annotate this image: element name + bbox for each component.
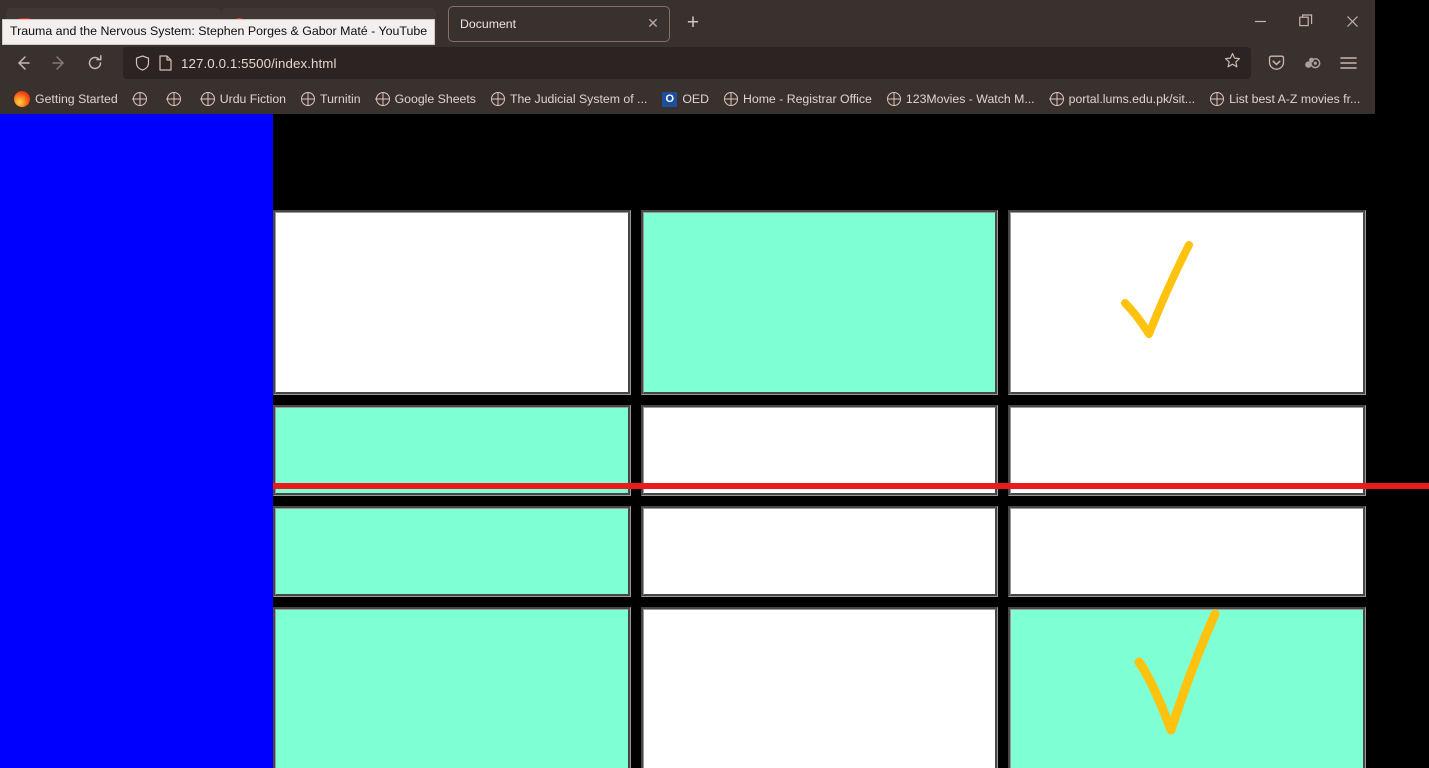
account-icon[interactable] <box>1295 47 1329 79</box>
bookmark-label: Turnitin <box>320 92 361 106</box>
globe-icon <box>1049 92 1064 106</box>
reload-button[interactable] <box>78 47 112 79</box>
globe-icon <box>490 92 505 106</box>
grid-cell[interactable] <box>640 210 999 395</box>
red-horizontal-line <box>273 483 1429 489</box>
window-controls <box>1237 0 1375 42</box>
bookmark-item-2[interactable] <box>127 89 158 109</box>
bookmark-getting-started[interactable]: Getting Started <box>8 88 124 110</box>
bookmark-oed[interactable]: O OED <box>656 89 715 110</box>
bookmark-urdu-fiction[interactable]: Urdu Fiction <box>195 89 292 109</box>
tab-strip: Trauma and the Nervous System: Stephen P… <box>0 0 1375 45</box>
bookmark-az-movies[interactable]: List best A-Z movies fr... <box>1204 89 1366 109</box>
oed-icon: O <box>662 91 678 107</box>
back-button[interactable] <box>6 47 40 79</box>
minimize-button[interactable] <box>1237 0 1283 42</box>
bookmarks-overflow-button[interactable]: » <box>1369 90 1375 108</box>
bookmark-label: The Judicial System of ... <box>509 92 648 106</box>
page-icon[interactable] <box>159 55 172 71</box>
bookmark-label: Home - Registrar Office <box>742 92 872 106</box>
blue-sidebar-panel <box>0 114 273 768</box>
bookmark-registrar-office[interactable]: Home - Registrar Office <box>718 89 878 109</box>
grid-cell[interactable] <box>273 607 631 768</box>
bookmark-label: OED <box>682 92 709 106</box>
navigation-toolbar: 127.0.0.1:5500/index.html <box>0 42 1375 84</box>
grid-cell[interactable] <box>1008 506 1366 597</box>
shield-icon[interactable] <box>135 55 150 71</box>
checkmark-icon <box>1121 241 1194 338</box>
grid-cell[interactable] <box>640 506 999 597</box>
globe-icon <box>200 92 215 106</box>
grid-cell[interactable] <box>640 607 999 768</box>
new-tab-button[interactable]: + <box>678 9 708 39</box>
tab-close-icon[interactable]: ✕ <box>645 16 661 32</box>
bookmark-item-3[interactable] <box>161 89 192 109</box>
bookmark-123movies[interactable]: 123Movies - Watch M... <box>881 89 1041 109</box>
bookmark-label: 123Movies - Watch M... <box>905 92 1035 106</box>
browser-window: Trauma and the Nervous System: Stephen P… <box>0 0 1429 768</box>
grid-cell[interactable] <box>1008 210 1366 395</box>
grid-cell[interactable] <box>273 210 631 395</box>
bookmark-label: portal.lums.edu.pk/sit... <box>1068 92 1196 106</box>
globe-icon <box>375 92 390 106</box>
bookmark-lums-portal[interactable]: portal.lums.edu.pk/sit... <box>1044 89 1201 109</box>
bookmark-label: Urdu Fiction <box>219 92 287 106</box>
bookmark-turnitin[interactable]: Turnitin <box>295 89 367 109</box>
card-grid <box>273 210 1366 768</box>
tab-document[interactable]: Document ✕ <box>448 6 670 42</box>
checkmark-icon <box>1134 609 1220 735</box>
bookmark-google-sheets[interactable]: Google Sheets <box>370 89 482 109</box>
url-input[interactable]: 127.0.0.1:5500/index.html <box>181 56 1215 71</box>
bookmark-label: List best A-Z movies fr... <box>1229 92 1361 106</box>
hamburger-menu-icon[interactable] <box>1331 47 1365 79</box>
page-viewport <box>0 114 1429 768</box>
bookmark-star-icon[interactable] <box>1224 52 1241 74</box>
grid-cell[interactable] <box>1008 607 1366 768</box>
bookmark-label: Getting Started <box>35 92 118 106</box>
close-button[interactable] <box>1329 0 1375 42</box>
globe-icon <box>1210 92 1225 106</box>
bookmark-judicial-system[interactable]: The Judicial System of ... <box>485 89 653 109</box>
tab-tooltip: Trauma and the Nervous System: Stephen P… <box>2 19 436 45</box>
globe-icon <box>301 92 316 106</box>
bookmark-label: Google Sheets <box>394 92 476 106</box>
bookmarks-bar: Getting Started Urdu Fiction Turnitin Go… <box>0 84 1375 114</box>
globe-icon <box>166 92 181 106</box>
globe-icon <box>886 92 901 106</box>
grid-cell[interactable] <box>273 506 631 597</box>
pocket-icon[interactable] <box>1259 47 1293 79</box>
firefox-icon <box>14 91 30 107</box>
globe-icon <box>132 92 147 106</box>
browser-chrome: Trauma and the Nervous System: Stephen P… <box>0 0 1375 114</box>
tab-title: Document <box>460 17 517 31</box>
url-bar[interactable]: 127.0.0.1:5500/index.html <box>123 47 1251 79</box>
globe-icon <box>723 92 738 106</box>
forward-button[interactable] <box>42 47 76 79</box>
restore-button[interactable] <box>1283 0 1329 42</box>
